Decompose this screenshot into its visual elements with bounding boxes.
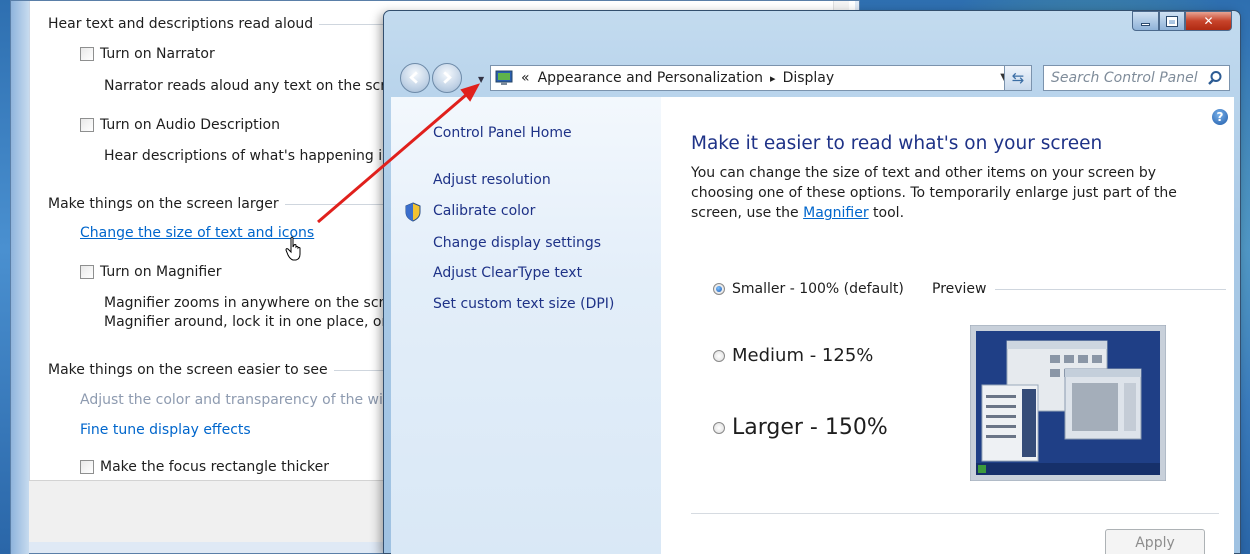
search-control-panel-input[interactable]: Search Control Panel (1043, 65, 1230, 91)
audio-description-checkbox-label: Turn on Audio Description (100, 117, 280, 133)
forward-button[interactable] (432, 63, 462, 93)
magnifier-checkbox-label: Turn on Magnifier (100, 264, 222, 280)
page-description: You can change the size of text and othe… (691, 163, 1221, 223)
display-settings-content: ? Make it easier to read what's on your … (661, 97, 1234, 554)
forward-arrow-icon (443, 71, 452, 84)
maximize-icon (1166, 15, 1178, 27)
preview-heading: Preview (932, 281, 1226, 297)
minimize-button[interactable] (1132, 11, 1159, 31)
change-text-size-link[interactable]: Change the size of text and icons (80, 225, 314, 241)
back-button[interactable] (400, 63, 430, 93)
option-medium[interactable]: Medium - 125% (713, 345, 873, 366)
magnifier-description-line1: Magnifier zooms in anywhere on the scre (104, 295, 393, 311)
address-bar[interactable]: « Appearance and Personalization ▸ Displ… (490, 65, 1015, 91)
task-pane: Control Panel Home Adjust resolution Cal… (391, 97, 661, 554)
custom-dpi-link[interactable]: Set custom text size (DPI) (433, 296, 614, 312)
search-icon[interactable] (1207, 70, 1223, 86)
radio-larger[interactable] (713, 421, 725, 434)
control-panel-home-link[interactable]: Control Panel Home (433, 125, 572, 141)
change-display-settings-link[interactable]: Change display settings (433, 235, 601, 251)
apply-divider (691, 513, 1219, 514)
narrator-description: Narrator reads aloud any text on the scr… (104, 78, 395, 94)
display-monitor-icon (495, 70, 513, 85)
window-title-buttons: ✕ (1132, 11, 1232, 31)
uac-shield-icon (405, 202, 421, 222)
narrator-checkbox-label: Turn on Narrator (100, 46, 215, 62)
adjust-color-transparency-link[interactable]: Adjust the color and transparency of the… (80, 392, 389, 408)
window-left-frame (11, 1, 29, 554)
focus-rectangle-checkbox[interactable] (80, 460, 94, 474)
option-larger-label: Larger - 150% (732, 415, 888, 440)
breadcrumb-display[interactable]: Display (783, 70, 835, 86)
apply-button[interactable]: Apply (1105, 529, 1205, 554)
recent-pages-dropdown[interactable]: ▼ (478, 75, 484, 84)
search-placeholder: Search Control Panel (1051, 70, 1198, 86)
option-smaller-label: Smaller - 100% (default) (732, 281, 904, 297)
adjust-resolution-link[interactable]: Adjust resolution (433, 172, 551, 188)
display-control-panel-window: ✕ ▼ « Appearance and Personalization ▸ D… (383, 10, 1241, 554)
refresh-button[interactable]: ⇆ (1004, 65, 1032, 91)
refresh-icon: ⇆ (1011, 69, 1025, 87)
adjust-cleartype-link[interactable]: Adjust ClearType text (433, 265, 582, 281)
minimize-icon (1141, 23, 1150, 26)
audio-description-checkbox[interactable] (80, 118, 94, 132)
address-overflow-chevron[interactable]: « (521, 70, 530, 86)
close-icon: ✕ (1203, 14, 1214, 28)
calibrate-color-link[interactable]: Calibrate color (433, 203, 535, 219)
help-icon[interactable]: ? (1212, 109, 1228, 125)
preview-image (970, 325, 1166, 481)
description-text: You can change the size of text and othe… (691, 165, 1177, 221)
narrator-checkbox-row[interactable]: Turn on Narrator (80, 46, 215, 62)
back-arrow-icon (409, 71, 418, 84)
audio-description-description: Hear descriptions of what's happening ir (104, 148, 388, 164)
page-title: Make it easier to read what's on your sc… (691, 133, 1103, 154)
description-tail: tool. (868, 205, 905, 221)
maximize-button[interactable] (1159, 11, 1185, 31)
radio-medium[interactable] (713, 349, 725, 362)
close-button[interactable]: ✕ (1185, 11, 1232, 31)
magnifier-link[interactable]: Magnifier (803, 205, 869, 221)
option-smaller[interactable]: Smaller - 100% (default) (713, 281, 904, 297)
fine-tune-display-link[interactable]: Fine tune display effects (80, 422, 251, 438)
hand-pointer-cursor-icon (285, 236, 301, 261)
magnifier-description-line2: Magnifier around, lock it in one place, … (104, 314, 388, 330)
narrator-checkbox[interactable] (80, 47, 94, 61)
option-medium-label: Medium - 125% (732, 345, 874, 366)
audio-description-checkbox-row[interactable]: Turn on Audio Description (80, 117, 280, 133)
option-larger[interactable]: Larger - 150% (713, 415, 888, 440)
magnifier-checkbox-row[interactable]: Turn on Magnifier (80, 264, 222, 280)
breadcrumb-appearance[interactable]: Appearance and Personalization (538, 70, 763, 86)
radio-smaller[interactable] (713, 283, 725, 295)
focus-rectangle-checkbox-row[interactable]: Make the focus rectangle thicker (80, 459, 329, 475)
breadcrumb-separator-icon[interactable]: ▸ (770, 72, 776, 85)
focus-rectangle-checkbox-label: Make the focus rectangle thicker (100, 459, 330, 475)
magnifier-checkbox[interactable] (80, 265, 94, 279)
